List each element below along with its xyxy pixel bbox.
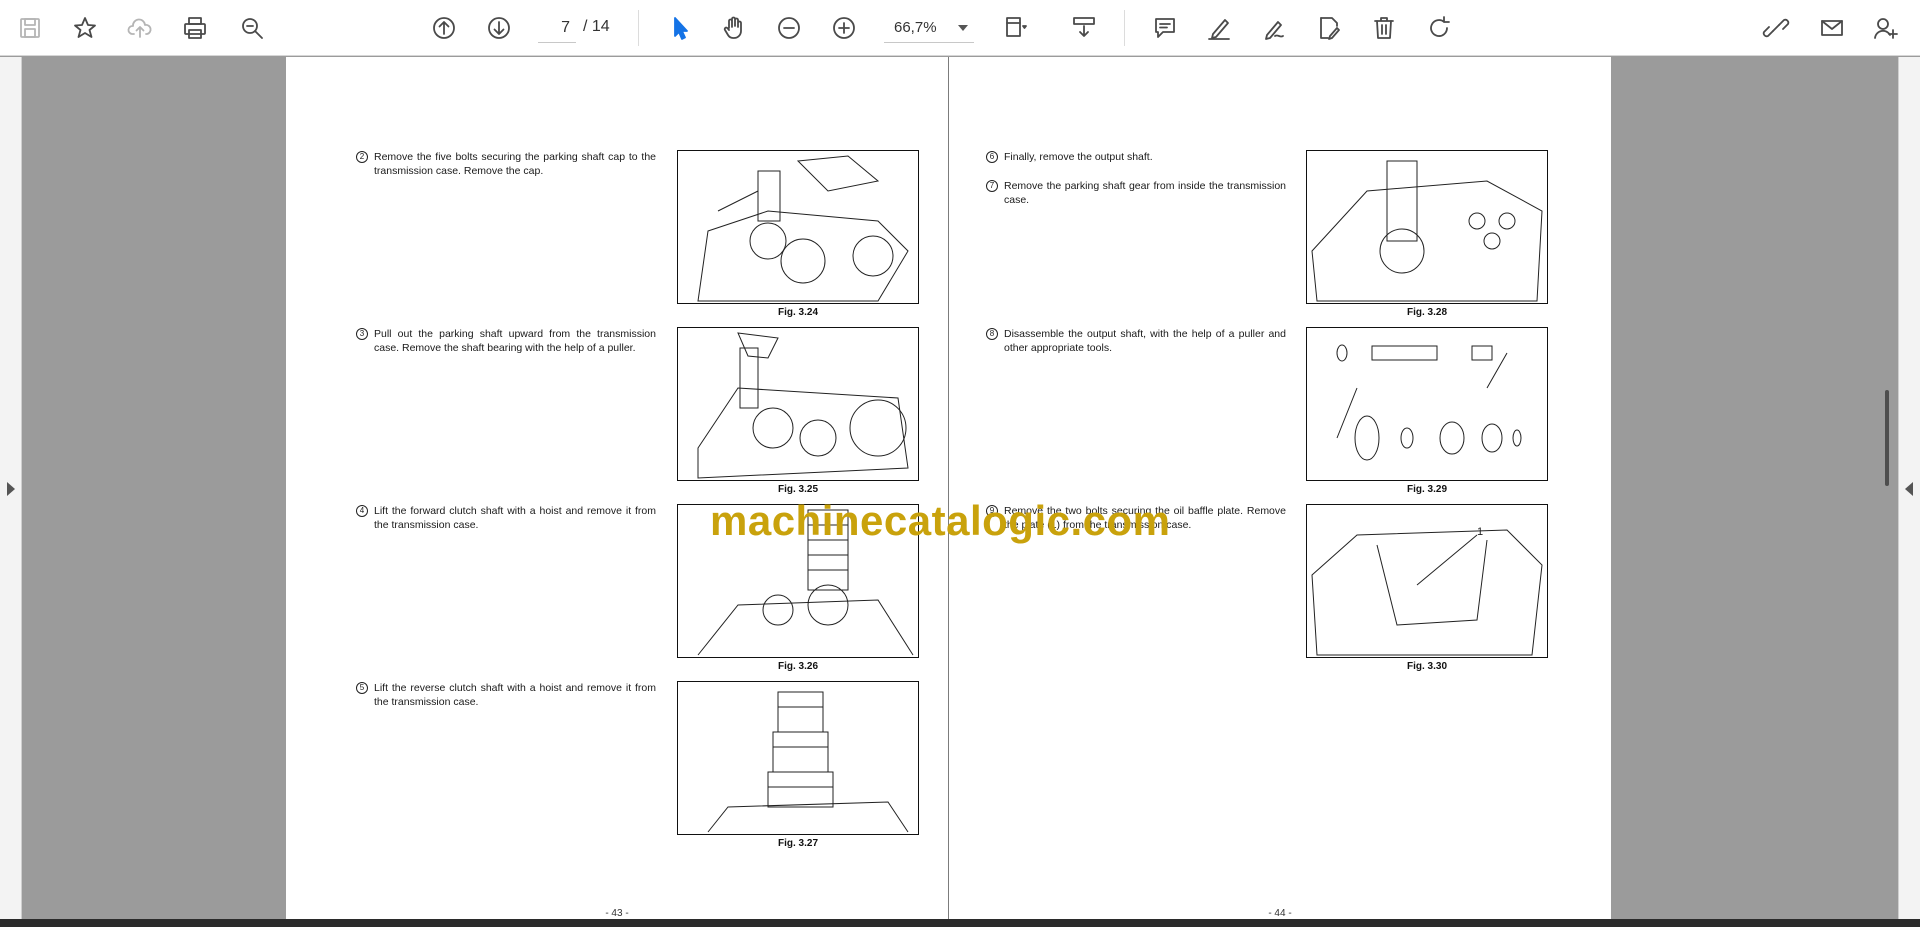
zoom-out-icon[interactable]	[769, 8, 809, 48]
fill-sign-icon[interactable]	[1309, 8, 1349, 48]
page-44: 6 Finally, remove the output shaft. 7 Re…	[949, 57, 1611, 919]
watermark-text: machinecatalogic.com	[710, 497, 1171, 544]
page-number-input[interactable]	[538, 13, 576, 43]
zoom-level-dropdown[interactable]: 66,7%	[884, 13, 974, 43]
figure-3-30: 1	[1306, 504, 1548, 658]
email-icon[interactable]	[1812, 8, 1852, 48]
upload-cloud-icon[interactable]	[120, 8, 160, 48]
step-text: Disassemble the output shaft, with the h…	[1004, 328, 1286, 354]
step-text: Lift the forward clutch shaft with a hoi…	[374, 505, 656, 531]
rotate-icon[interactable]	[1419, 8, 1459, 48]
highlight-pen-icon[interactable]	[1199, 8, 1239, 48]
step-text: Remove the five bolts securing the parki…	[374, 151, 656, 177]
figure-3-25	[677, 327, 919, 481]
figure-3-24	[677, 150, 919, 304]
page-number-footer: - 44 -	[1268, 908, 1292, 919]
step-text: Lift the reverse clutch shaft with a hoi…	[374, 682, 656, 708]
document-viewer[interactable]: 2 Remove the five bolts securing the par…	[0, 57, 1920, 919]
toolbar: / 14 66,7%	[0, 0, 1920, 56]
select-cursor-icon[interactable]	[660, 8, 700, 48]
page-total: / 14	[583, 18, 610, 35]
step-number: 8	[986, 328, 998, 340]
step-text: Pull out the parking shaft upward from t…	[374, 328, 656, 354]
figure-caption: Fig. 3.25	[777, 484, 818, 495]
step-number: 3	[356, 328, 368, 340]
fit-page-icon[interactable]	[996, 8, 1036, 48]
divider	[1124, 10, 1125, 46]
step-text: Finally, remove the output shaft.	[1004, 151, 1153, 163]
page-43: 2 Remove the five bolts securing the par…	[286, 57, 948, 919]
figure-caption: Fig. 3.30	[1406, 661, 1447, 672]
left-panel-toggle[interactable]	[0, 57, 22, 919]
bookmark-star-icon[interactable]	[65, 8, 105, 48]
scroll-mode-icon[interactable]	[1064, 8, 1104, 48]
zoom-level-value: 66,7%	[894, 19, 937, 36]
hand-tool-icon[interactable]	[714, 8, 754, 48]
step-5: 5 Lift the reverse clutch shaft with a h…	[356, 681, 656, 709]
share-link-icon[interactable]	[1756, 8, 1796, 48]
page-down-icon[interactable]	[479, 8, 519, 48]
figure-caption: Fig. 3.26	[777, 661, 818, 672]
save-icon[interactable]	[10, 8, 50, 48]
chevron-right-icon	[7, 482, 15, 496]
figure-caption: Fig. 3.28	[1406, 307, 1447, 318]
bottom-bar	[0, 919, 1920, 927]
step-6: 6 Finally, remove the output shaft.	[986, 150, 1286, 164]
comment-icon[interactable]	[1145, 8, 1185, 48]
add-user-icon[interactable]	[1866, 8, 1906, 48]
step-number: 4	[356, 505, 368, 517]
chevron-down-icon	[958, 25, 968, 31]
divider	[638, 10, 639, 46]
figure-3-28	[1306, 150, 1548, 304]
fig330-callout: 1	[1477, 526, 1483, 538]
step-number: 5	[356, 682, 368, 694]
step-3: 3 Pull out the parking shaft upward from…	[356, 327, 656, 355]
step-text: Remove the parking shaft gear from insid…	[1004, 180, 1286, 206]
step-number: 7	[986, 180, 998, 192]
print-icon[interactable]	[175, 8, 215, 48]
figure-3-27	[677, 681, 919, 835]
figure-3-29	[1306, 327, 1548, 481]
draw-icon[interactable]	[1254, 8, 1294, 48]
chevron-left-icon	[1905, 482, 1913, 496]
figure-caption: Fig. 3.27	[777, 838, 818, 849]
step-number: 6	[986, 151, 998, 163]
vertical-scrollbar[interactable]	[1878, 57, 1896, 919]
scrollbar-thumb[interactable]	[1885, 390, 1889, 486]
page-number-footer: - 43 -	[605, 908, 629, 919]
zoom-in-icon[interactable]	[824, 8, 864, 48]
step-2: 2 Remove the five bolts securing the par…	[356, 150, 656, 178]
step-7: 7 Remove the parking shaft gear from ins…	[986, 179, 1286, 207]
step-number: 2	[356, 151, 368, 163]
zoom-search-icon[interactable]	[232, 8, 272, 48]
delete-icon[interactable]	[1364, 8, 1404, 48]
page-up-icon[interactable]	[424, 8, 464, 48]
figure-caption: Fig. 3.29	[1406, 484, 1447, 495]
figure-caption: Fig. 3.24	[777, 307, 818, 318]
step-8: 8 Disassemble the output shaft, with the…	[986, 327, 1286, 355]
step-4: 4 Lift the forward clutch shaft with a h…	[356, 504, 656, 532]
right-panel-toggle[interactable]	[1898, 57, 1920, 919]
